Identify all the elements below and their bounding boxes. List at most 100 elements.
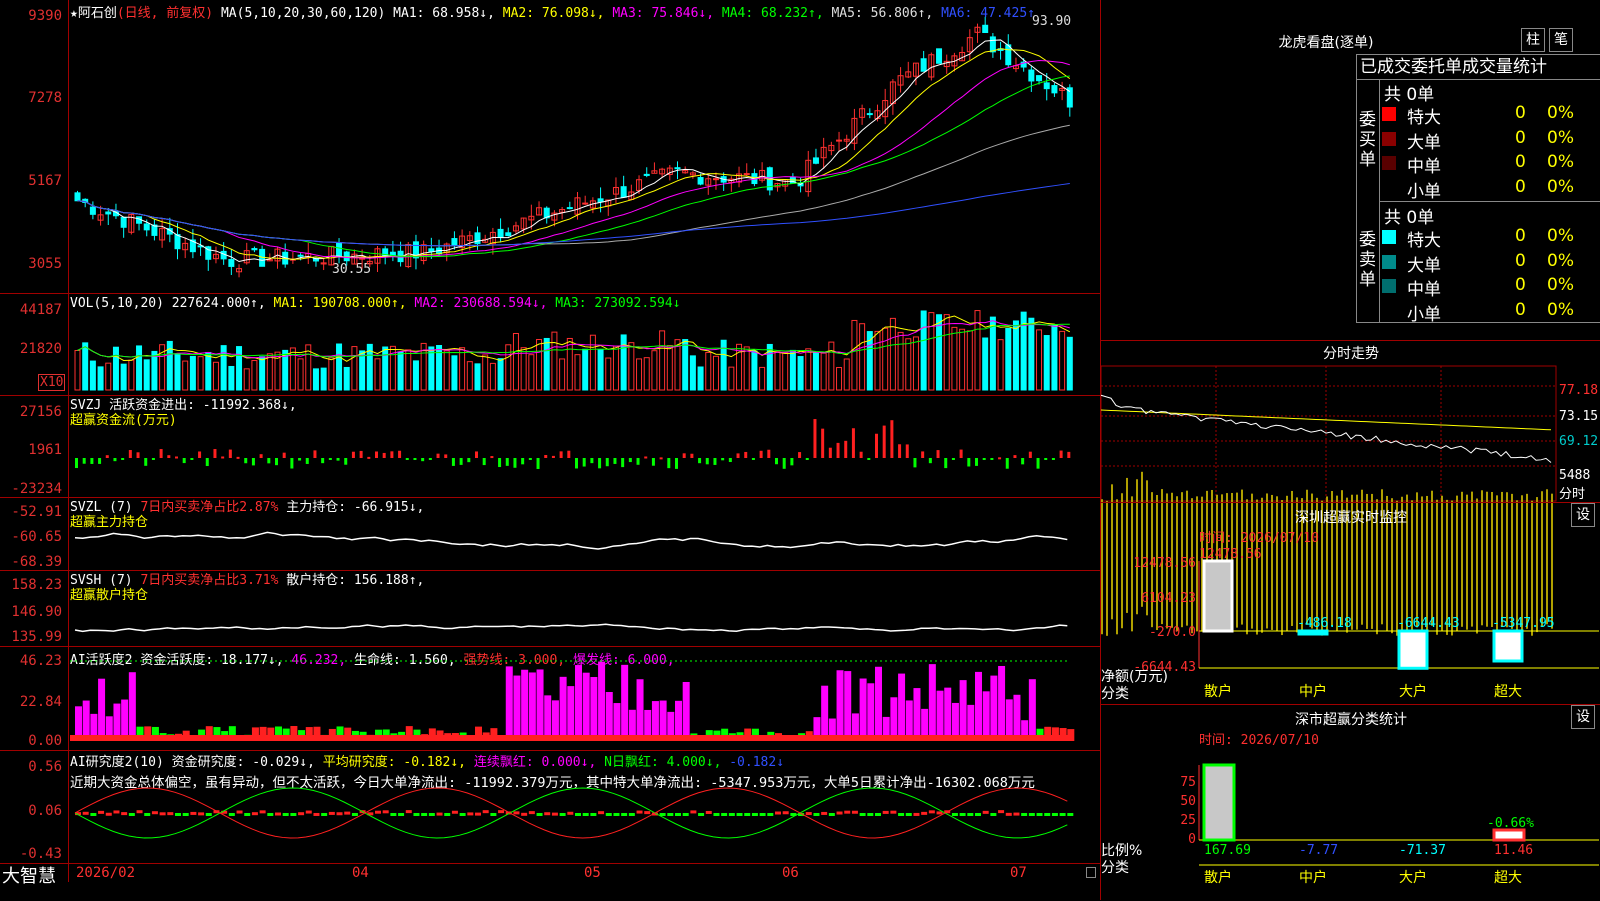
candlestick-chart[interactable] [70,10,1100,290]
svzl-axis-1: -60.65 [11,529,62,545]
date-label-0: 2026/02 [76,865,136,881]
flow-bar [644,456,648,459]
research-bar [151,811,158,815]
svzj-bars[interactable] [70,400,1100,495]
ai-activity-bars[interactable] [70,647,1100,747]
ai2-axis-2: -0.43 [19,846,62,862]
activity-bar [975,671,982,741]
chart-area[interactable]: ★阿石创(日线, 前复权) MA(5,10,20,30,60,120) MA1:… [0,0,1100,887]
fl-category-bars[interactable]: -0.66% 167.69 -7.77 -71.37 11.46 散户 中户 大户 超大 [1198,705,1599,901]
volume-bar [82,342,89,391]
svsh-line[interactable] [70,571,1100,643]
research-bar [321,813,328,816]
flow-bar [90,458,94,464]
sz-monitor-bars[interactable]: -486.18 -6644.43 -5347.95 散户 中户 大户 超大 [1198,503,1599,703]
volume-bar [297,358,304,391]
svsh-panel[interactable]: SVSH (7) 7日内买卖净占比3.71% 散户持仓: 156.188↑, 超… [0,571,1100,647]
ai-activity-panel[interactable]: AI活跃度2 资金活跃度: 18.177↓, 46.232, 生命线: 1.56… [0,647,1100,751]
fs-axis-1: 73.15 [1559,409,1599,424]
research-bar [259,810,266,814]
research-bar [336,812,343,816]
volume-bar [905,338,912,391]
flow-bar [890,420,894,458]
candle-body [336,243,343,258]
volume-bar [805,348,812,391]
candle-body [343,251,350,262]
volume-bar [536,339,543,391]
volume-bar [828,341,835,391]
flow-bar [159,449,163,458]
tick-mode-button[interactable]: 笔 [1549,28,1573,52]
tab-order-stats[interactable]: 已成交委托单成交量统计 [1356,54,1600,80]
research-bar [898,813,905,816]
volume-bar [843,358,850,391]
volume-bar [197,356,204,391]
volume-bar [759,366,766,391]
volume-bar [489,362,496,391]
research-bar [475,812,481,816]
flow-bar [1013,455,1017,458]
volume-bar [751,350,758,391]
ai-research-panel[interactable]: AI研究度2(10) 资金研究度: -0.029↓, 平均研究度: -0.182… [0,751,1100,863]
order-row: 中单 0 0% [1382,152,1600,177]
intraday-chart[interactable] [1100,365,1557,636]
research-bar [890,810,897,814]
activity-bar [544,695,552,741]
color-swatch [1382,180,1396,195]
order-row-pct: 0% [1547,226,1574,246]
sell-total: 共 0单 [1384,208,1435,228]
lock-icon[interactable] [1086,867,1096,878]
research-bar [198,812,205,816]
volume-bar [697,366,704,391]
ai1-axis-1: 22.84 [19,694,62,710]
activity-bar [928,664,936,741]
flow-bar [875,433,878,458]
volume-bar [943,314,950,391]
svzl-axis-0: -52.91 [11,504,62,520]
volume-bar [782,352,789,391]
sz-monitor-section[interactable]: 深圳超赢实时监控 设 时间: 2026/07/10 12478.56 12478… [1101,502,1600,703]
candle-body [866,113,873,116]
flow-bar [1051,458,1055,460]
color-swatch [1382,279,1396,293]
flow-bar [575,458,578,469]
research-bar [613,813,620,816]
volume-bar [574,354,581,391]
svzl-panel[interactable]: SVZL (7) 7日内买卖净占比2.87% 主力持仓: -66.915↓, 超… [0,498,1100,571]
price-panel[interactable]: ★阿石创(日线, 前复权) MA(5,10,20,30,60,120) MA1:… [0,0,1100,294]
ratio-bar [1202,763,1236,842]
sz-axis-1: 6104.23 [1141,591,1196,606]
candle-body [936,48,943,64]
ai-research-bars[interactable] [70,751,1100,861]
bar-mode-button[interactable]: 柱 [1521,28,1545,52]
research-bar [467,812,474,816]
flow-bar [967,458,971,467]
sz-category-section[interactable]: 深市超赢分类统计 设 时间: 2026/07/10 75 50 25 0 比例%… [1101,704,1600,901]
flow-bar [936,450,940,458]
flow-bar [759,450,763,458]
activity-bar [121,699,129,741]
net-value-label: -6644.43 [1397,616,1460,631]
research-bar [836,811,843,815]
research-bar [536,813,543,816]
activity-bar [551,700,559,741]
svzl-line[interactable] [70,498,1100,568]
volume-panel[interactable]: VOL(5,10,20) 227624.000↑, MA1: 190708.00… [0,294,1100,396]
research-bar [875,813,881,816]
svzj-panel[interactable]: SVZJ 活跃资金进出: -11992.368↓, 超赢资金流(万元) 2715… [0,396,1100,498]
volume-bars[interactable] [70,302,1100,392]
flow-bar [721,458,725,461]
research-bar [105,812,112,816]
flow-bar [313,450,317,458]
ratio-value-label: 167.69 [1204,843,1251,858]
activity-bar [1005,699,1013,741]
research-bar [575,813,581,816]
volume-bar [889,317,896,391]
flow-bar [828,447,832,458]
flow-bar [359,450,363,458]
intraday-section[interactable]: 分时走势 77.18 73.15 69.12 5488 分时 [1100,340,1600,636]
flow-bar [205,458,209,467]
flow-bar [375,451,378,458]
research-bar [775,811,781,815]
volume-bar [651,350,658,391]
